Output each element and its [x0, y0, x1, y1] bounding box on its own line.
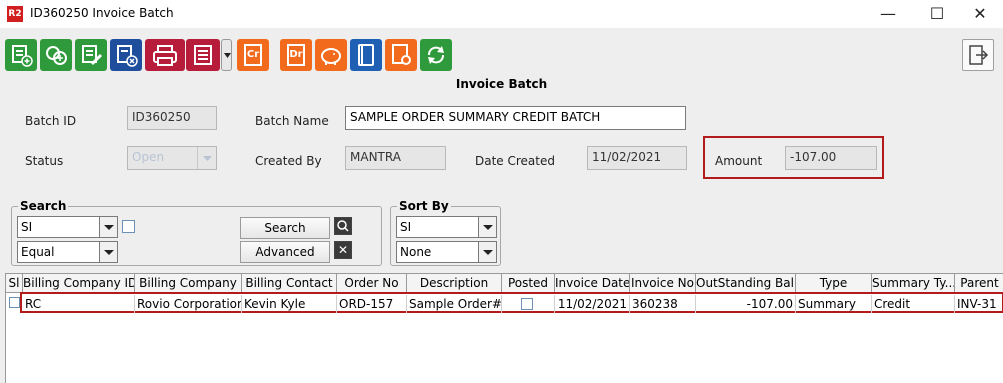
- add-item-button[interactable]: [40, 39, 72, 71]
- add-record-icon: [12, 45, 33, 67]
- debit-label: Dr: [289, 49, 303, 60]
- close-button[interactable]: ✕: [957, 0, 1003, 28]
- posted-checkbox[interactable]: [521, 298, 533, 310]
- search-group-title: Search: [18, 199, 69, 213]
- more-options-button[interactable]: [221, 39, 232, 71]
- column-header-billing-company-id[interactable]: Billing Company ID: [23, 274, 135, 293]
- credit-label: Cr: [246, 49, 260, 60]
- date-created-field: 11/02/2021: [587, 146, 687, 170]
- cell-order-no: ORD-157: [337, 295, 407, 313]
- delete-record-button[interactable]: [110, 39, 142, 71]
- column-header-invoice-date[interactable]: Invoice Date: [555, 274, 630, 293]
- cell-type: Summary: [796, 295, 872, 313]
- cell-billing-company-id: RC: [23, 295, 135, 313]
- search-field-value: SI: [21, 220, 33, 234]
- search-checkbox[interactable]: [122, 220, 135, 233]
- column-header-billing-company[interactable]: Billing Company: [135, 274, 242, 293]
- minimize-button[interactable]: —: [865, 0, 911, 28]
- exit-button[interactable]: [962, 39, 994, 71]
- refresh-icon: [428, 46, 444, 64]
- exit-icon: [969, 45, 989, 65]
- cell-invoice-no: 360238: [630, 295, 696, 313]
- book-icon: [358, 44, 374, 66]
- add-item-icon: [46, 46, 67, 65]
- app-logo-icon: R2: [7, 6, 23, 22]
- status-dropdown-arrow: [197, 147, 216, 169]
- chevron-down-icon: [478, 242, 496, 262]
- cell-invoice-date: 11/02/2021: [555, 295, 630, 313]
- add-record-button[interactable]: [5, 39, 37, 71]
- printer-icon: [153, 45, 177, 66]
- credit-button[interactable]: Cr: [237, 39, 269, 71]
- column-header-posted[interactable]: Posted: [502, 274, 555, 293]
- document-settings-icon: [392, 44, 411, 65]
- status-label: Status: [25, 154, 64, 168]
- chevron-down-icon: [203, 156, 212, 161]
- created-by-field: MANTRA: [345, 146, 446, 170]
- chevron-down-icon: [99, 217, 117, 237]
- chevron-down-icon: [478, 217, 496, 237]
- edit-record-button[interactable]: [75, 39, 107, 71]
- search-button[interactable]: Search: [240, 217, 330, 239]
- chevron-down-icon: [99, 242, 117, 262]
- piggy-bank-icon: [321, 48, 341, 65]
- sort-group: Sort By SI None: [390, 199, 501, 266]
- batch-id-field: ID360250: [127, 106, 217, 130]
- cell-posted: [502, 295, 555, 313]
- print-list-button[interactable]: [186, 39, 220, 71]
- refresh-button[interactable]: [420, 39, 452, 71]
- cell-parent: INV-31: [957, 297, 997, 311]
- delete-record-icon: [117, 45, 138, 67]
- column-header-invoice-no[interactable]: Invoice No: [630, 274, 696, 293]
- amount-label: Amount: [715, 154, 763, 168]
- amount-field: -107.00: [785, 146, 877, 170]
- column-header-type[interactable]: Type: [796, 274, 872, 293]
- advanced-button[interactable]: Advanced: [240, 241, 330, 263]
- cell-outstanding-bal: -107.00: [696, 295, 796, 313]
- cell-billing-contact: Kevin Kyle: [242, 295, 337, 313]
- page-title: Invoice Batch: [455, 77, 548, 91]
- column-header-order-no[interactable]: Order No: [337, 274, 407, 293]
- search-group: Search SI Equal Search Advanced ✕: [11, 199, 382, 266]
- batch-name-field[interactable]: SAMPLE ORDER SUMMARY CREDIT BATCH: [345, 106, 686, 130]
- column-header-outstanding-bal[interactable]: OutStanding Bal.: [696, 274, 796, 293]
- column-header-sl[interactable]: Sl: [6, 274, 23, 293]
- search-operator-value: Equal: [21, 245, 55, 259]
- column-header-summary-type[interactable]: Summary Ty...: [872, 274, 955, 293]
- settings-doc-button[interactable]: [385, 39, 417, 71]
- cell-billing-company: Rovio Corporation: [137, 295, 242, 313]
- column-header-parent[interactable]: Parent: [955, 274, 1003, 293]
- created-by-label: Created By: [255, 154, 322, 168]
- column-header-description[interactable]: Description: [407, 274, 502, 293]
- edit-record-icon: [82, 45, 103, 66]
- dropdown-arrow-icon: [224, 53, 231, 58]
- sort-group-title: Sort By: [397, 199, 451, 213]
- row-select-checkbox[interactable]: [9, 297, 20, 308]
- cell-description: Sample Order#2: [409, 295, 502, 313]
- status-value: Open: [132, 150, 165, 164]
- sort-order-value: None: [400, 245, 432, 259]
- batch-id-label: Batch ID: [25, 114, 77, 128]
- search-field-select[interactable]: SI: [17, 216, 118, 238]
- window-title: ID360250 Invoice Batch: [30, 6, 174, 20]
- sort-order-select[interactable]: None: [396, 241, 497, 263]
- debit-button[interactable]: Dr: [280, 39, 312, 71]
- sort-field-value: SI: [400, 220, 412, 234]
- invoice-grid: Sl Billing Company ID Billing Company Bi…: [5, 273, 1003, 383]
- maximize-button[interactable]: ☐: [914, 0, 960, 28]
- print-button[interactable]: [145, 39, 185, 71]
- book-button[interactable]: [350, 39, 382, 71]
- column-header-billing-contact[interactable]: Billing Contact: [242, 274, 337, 293]
- date-created-label: Date Created: [475, 154, 555, 168]
- clear-search-icon[interactable]: ✕: [334, 241, 352, 259]
- print-list-icon: [194, 45, 212, 65]
- search-icon[interactable]: [334, 217, 352, 235]
- cell-summary-type: Credit: [872, 295, 955, 313]
- sort-field-select[interactable]: SI: [396, 216, 497, 238]
- batch-name-label: Batch Name: [255, 114, 329, 128]
- search-operator-select[interactable]: Equal: [17, 241, 118, 263]
- title-bar: R2 ID360250 Invoice Batch — ☐ ✕: [0, 0, 1003, 28]
- savings-button[interactable]: [315, 39, 347, 71]
